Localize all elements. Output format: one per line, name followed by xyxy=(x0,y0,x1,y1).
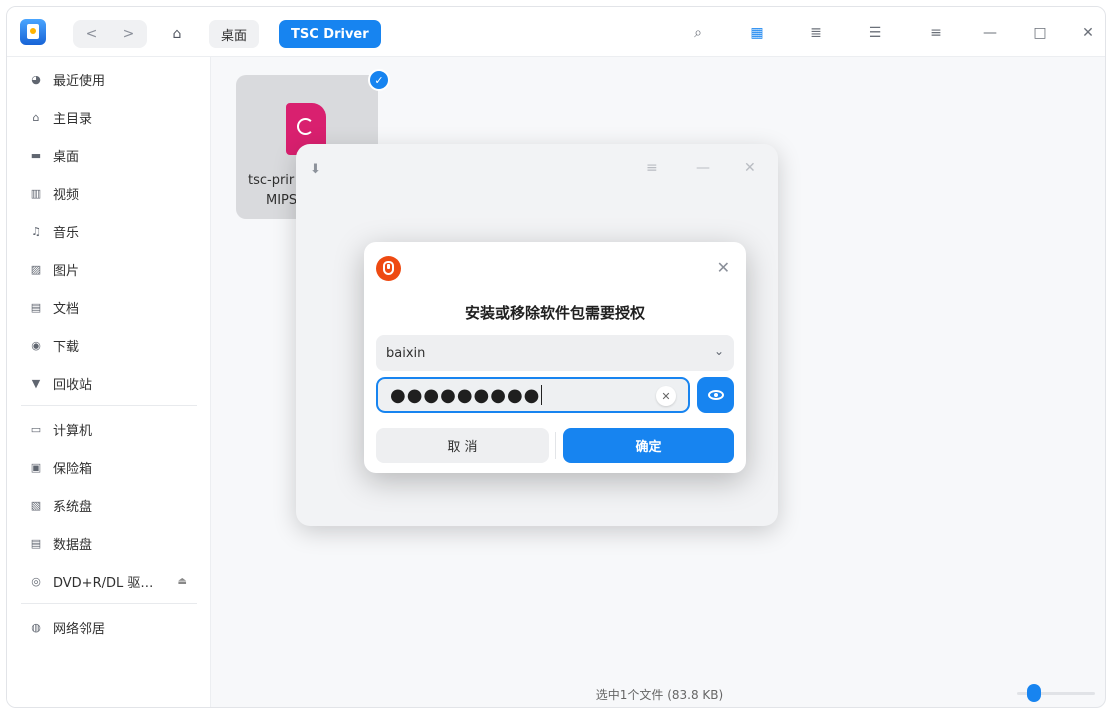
menu-icon[interactable]: ≡ xyxy=(646,160,658,176)
selected-user: baixin xyxy=(386,345,426,361)
password-input[interactable]: ●●●●●●●●● ✕ xyxy=(376,377,690,413)
icon-size-slider[interactable] xyxy=(1017,684,1095,702)
sidebar-item-pictures[interactable]: ▨ 图片 xyxy=(15,253,201,285)
sidebar-item-label: 网络邻居 xyxy=(53,621,106,637)
sidebar-item-label: 最近使用 xyxy=(53,73,106,89)
sidebar-item-system-disk[interactable]: ▧ 系统盘 xyxy=(15,489,201,521)
back-button[interactable]: < xyxy=(73,20,110,48)
eject-icon[interactable]: ⏏ xyxy=(178,576,187,587)
button-divider xyxy=(555,432,556,459)
sidebar-item-label: 图片 xyxy=(53,263,80,279)
document-icon: ▤ xyxy=(30,300,42,314)
sidebar-item-label: DVD+R/DL 驱… xyxy=(53,575,154,591)
detail-view-icon[interactable]: ☰ xyxy=(862,21,888,45)
download-icon: ◉ xyxy=(31,338,41,352)
sidebar-item-downloads[interactable]: ◉ 下载 xyxy=(15,329,201,361)
breadcrumb-desktop[interactable]: 桌面 xyxy=(209,20,260,48)
sidebar-item-label: 主目录 xyxy=(53,111,93,127)
sidebar-item-label: 下载 xyxy=(53,339,80,355)
sidebar-item-label: 计算机 xyxy=(53,423,93,439)
home-icon[interactable]: ⌂ xyxy=(163,20,191,48)
sidebar-item-music[interactable]: ♫ 音乐 xyxy=(15,215,201,247)
disk-icon: ▤ xyxy=(30,536,42,550)
sidebar-item-label: 文档 xyxy=(53,301,80,317)
status-bar: 选中1个文件 (83.8 KB) xyxy=(212,679,1105,707)
text-caret xyxy=(541,385,543,405)
sidebar-item-label: 桌面 xyxy=(53,149,80,165)
breadcrumb-tsc-driver[interactable]: TSC Driver xyxy=(279,20,381,48)
sidebar-item-label: 回收站 xyxy=(53,377,93,393)
vault-icon: ▣ xyxy=(30,460,42,474)
music-icon: ♫ xyxy=(31,224,41,238)
sidebar-item-videos[interactable]: ▥ 视频 xyxy=(15,177,201,209)
download-icon: ⬇ xyxy=(310,162,321,177)
minimize-icon[interactable]: — xyxy=(977,21,1003,45)
show-password-button[interactable] xyxy=(697,377,734,413)
computer-icon: ▭ xyxy=(30,422,42,436)
minimize-icon[interactable]: — xyxy=(696,160,710,176)
file-manager-app-icon[interactable] xyxy=(20,19,46,45)
disk-icon: ▧ xyxy=(30,498,42,512)
sidebar-item-documents[interactable]: ▤ 文档 xyxy=(15,291,201,323)
sidebar-item-trash[interactable]: ▼ 回收站 xyxy=(15,367,201,399)
sidebar: ◕ 最近使用 ⌂ 主目录 ▬ 桌面 ▥ 视频 ♫ 音乐 ▨ 图片 ▤ 文档 ◉ 下载 ▼ 回收站 … xyxy=(7,57,211,707)
desktop-icon: ▬ xyxy=(30,148,42,162)
auth-dialog: ✕ 安装或移除软件包需要授权 baixin ⌄ ●●●●●●●●● ✕ 取 消 … xyxy=(364,242,746,473)
home-icon: ⌂ xyxy=(32,110,40,124)
sidebar-item-recent[interactable]: ◕ 最近使用 xyxy=(15,63,201,95)
menu-icon[interactable]: ≡ xyxy=(923,21,949,45)
confirm-button[interactable]: 确定 xyxy=(563,428,734,463)
clock-icon: ◕ xyxy=(31,72,41,86)
sidebar-item-label: 数据盘 xyxy=(53,537,93,553)
sidebar-item-dvd-drive[interactable]: ◎ DVD+R/DL 驱… ⏏ xyxy=(15,565,201,597)
sidebar-item-label: 系统盘 xyxy=(53,499,93,515)
shield-warning-icon xyxy=(376,256,401,281)
history-nav: < > xyxy=(73,20,147,48)
titlebar: < > ⌂ 桌面 TSC Driver ⌕ ▦ ≣ ☰ ≡ — □ ✕ xyxy=(7,7,1105,57)
sidebar-item-desktop[interactable]: ▬ 桌面 xyxy=(15,139,201,171)
optical-disc-icon: ◎ xyxy=(31,574,41,588)
sidebar-item-label: 视频 xyxy=(53,187,80,203)
close-icon[interactable]: ✕ xyxy=(744,160,756,176)
sidebar-item-label: 保险箱 xyxy=(53,461,93,477)
video-icon: ▥ xyxy=(30,186,42,200)
eye-icon xyxy=(707,390,724,400)
sidebar-item-vault[interactable]: ▣ 保险箱 xyxy=(15,451,201,483)
forward-button[interactable]: > xyxy=(110,20,147,48)
list-view-icon[interactable]: ≣ xyxy=(803,21,829,45)
password-mask: ●●●●●●●●● xyxy=(390,384,541,406)
maximize-icon[interactable]: □ xyxy=(1027,21,1053,45)
chevron-down-icon: ⌄ xyxy=(713,344,724,358)
selected-check-icon: ✓ xyxy=(368,69,390,91)
network-icon: ◍ xyxy=(31,620,41,634)
close-icon[interactable]: ✕ xyxy=(1075,21,1101,45)
cancel-button[interactable]: 取 消 xyxy=(376,428,549,463)
dialog-title: 安装或移除软件包需要授权 xyxy=(464,304,645,322)
sidebar-item-label: 音乐 xyxy=(53,225,80,241)
sidebar-item-data-disk[interactable]: ▤ 数据盘 xyxy=(15,527,201,559)
user-select[interactable]: baixin ⌄ xyxy=(376,335,734,371)
sidebar-divider xyxy=(21,405,197,406)
clear-icon[interactable]: ✕ xyxy=(656,386,676,406)
slider-handle[interactable] xyxy=(1027,684,1041,702)
trash-icon: ▼ xyxy=(31,376,41,390)
sidebar-item-home[interactable]: ⌂ 主目录 xyxy=(15,101,201,133)
selection-status: 选中1个文件 (83.8 KB) xyxy=(595,687,724,702)
search-icon[interactable]: ⌕ xyxy=(685,21,711,45)
icon-view-icon[interactable]: ▦ xyxy=(744,21,770,45)
sidebar-item-network[interactable]: ◍ 网络邻居 xyxy=(15,611,201,643)
sidebar-item-computer[interactable]: ▭ 计算机 xyxy=(15,413,201,445)
sidebar-divider xyxy=(21,603,197,604)
close-icon[interactable]: ✕ xyxy=(717,258,730,277)
picture-icon: ▨ xyxy=(30,262,42,276)
